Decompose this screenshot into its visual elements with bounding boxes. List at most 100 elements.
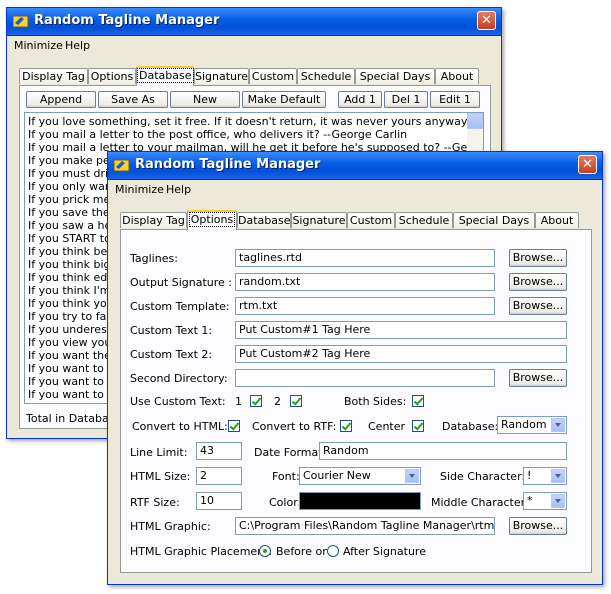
second-directory-label: Second Directory: [130, 372, 228, 385]
chevron-down-icon[interactable] [551, 494, 565, 508]
add-1-button[interactable]: Add 1 [338, 91, 382, 108]
menu-help[interactable]: Help [166, 183, 191, 196]
placement-after-radio[interactable] [327, 545, 339, 557]
front-tabs: Display Tag Options Database Signature C… [120, 210, 592, 230]
use-custom-1-checkbox[interactable] [250, 395, 262, 407]
placement-after-label: After Signature [343, 545, 426, 558]
append-button[interactable]: Append [26, 91, 96, 108]
tab-about[interactable]: About [535, 212, 579, 228]
font-select-value: Courier New [303, 469, 371, 482]
center-label: Center [368, 420, 406, 433]
convert-rtf-label: Convert to RTF: [252, 420, 337, 433]
use-custom-2-checkbox[interactable] [290, 395, 302, 407]
front-titlebar[interactable]: Random Tagline Manager ✕ [108, 152, 602, 180]
app-icon [13, 15, 29, 28]
front-title: Random Tagline Manager [135, 157, 321, 172]
tab-options[interactable]: Options [187, 210, 237, 230]
tab-options-label: Options [188, 212, 236, 227]
custom-text-1-input[interactable]: Put Custom#1 Tag Here [235, 321, 567, 339]
custom-template-input[interactable]: rtm.txt [235, 297, 495, 315]
tab-custom[interactable]: Custom [347, 212, 395, 228]
output-signature-input[interactable]: random.txt [235, 273, 495, 291]
html-graphic-browse-button[interactable]: Browse... [509, 517, 567, 535]
custom-text-2-input[interactable]: Put Custom#2 Tag Here [235, 345, 567, 363]
output-signature-label: Output Signature : [130, 276, 232, 289]
center-checkbox[interactable] [412, 420, 424, 432]
second-directory-browse-button[interactable]: Browse... [509, 369, 567, 387]
tab-schedule[interactable]: Schedule [297, 68, 355, 84]
both-sides-checkbox[interactable] [412, 395, 424, 407]
tab-display-tag[interactable]: Display Tag [19, 68, 88, 84]
tab-signature[interactable]: Signature [291, 212, 347, 228]
convert-html-checkbox[interactable] [228, 420, 240, 432]
database-select-value: Random [501, 418, 547, 431]
save-as-button[interactable]: Save As [98, 91, 168, 108]
convert-html-label: Convert to HTML: [132, 420, 228, 433]
tab-database-label: Database [137, 68, 194, 83]
tab-options[interactable]: Options [88, 68, 136, 84]
database-select[interactable]: Random [497, 416, 567, 434]
chevron-down-icon[interactable] [405, 469, 419, 483]
tab-special-days[interactable]: Special Days [355, 68, 435, 84]
side-character-select[interactable]: ! [523, 467, 567, 485]
front-window: Random Tagline Manager ✕ Minimize Help D… [107, 151, 603, 585]
front-menubar: Minimize Help [108, 180, 602, 199]
back-tabs: Display Tag Options Database Signature C… [19, 66, 489, 86]
make-default-button[interactable]: Make Default [242, 91, 326, 108]
custom-text-2-label: Custom Text 2: [130, 348, 213, 361]
tab-signature[interactable]: Signature [194, 68, 249, 84]
line-limit-label: Line Limit: [130, 446, 188, 459]
edit-1-button[interactable]: Edit 1 [430, 91, 480, 108]
scroll-up-icon[interactable] [467, 113, 483, 129]
menu-minimize[interactable]: Minimize [14, 39, 63, 52]
back-titlebar[interactable]: Random Tagline Manager ✕ [7, 8, 501, 36]
html-graphic-label: HTML Graphic: [130, 520, 211, 533]
date-format-input[interactable]: Random [319, 442, 567, 460]
placement-before-radio[interactable] [259, 545, 271, 557]
output-signature-browse-button[interactable]: Browse... [509, 273, 567, 291]
color-swatch[interactable] [299, 492, 421, 510]
new-button[interactable]: New [170, 91, 240, 108]
chevron-down-icon[interactable] [551, 418, 565, 432]
taglines-browse-button[interactable]: Browse... [509, 249, 567, 267]
tab-database[interactable]: Database [136, 66, 194, 86]
tab-display-tag[interactable]: Display Tag [120, 212, 187, 228]
taglines-label: Taglines: [130, 252, 178, 265]
rtf-size-input[interactable]: 10 [196, 492, 242, 510]
convert-rtf-checkbox[interactable] [340, 420, 352, 432]
database-label: Database: [442, 420, 499, 433]
tab-special-days[interactable]: Special Days [453, 212, 535, 228]
menu-help[interactable]: Help [65, 39, 90, 52]
html-graphic-placement-label: HTML Graphic Placement: [130, 545, 273, 558]
back-close-button[interactable]: ✕ [477, 11, 496, 30]
list-item[interactable]: If you mail a letter to the post office,… [28, 128, 407, 141]
back-menubar: Minimize Help [7, 36, 501, 55]
back-title: Random Tagline Manager [34, 13, 220, 28]
font-select[interactable]: Courier New [299, 467, 421, 485]
second-directory-input[interactable] [235, 369, 495, 387]
color-label: Color: [269, 496, 302, 509]
html-size-input[interactable]: 2 [196, 467, 242, 485]
line-limit-input[interactable]: 43 [196, 442, 242, 460]
tab-database[interactable]: Database [237, 212, 291, 228]
use-custom-1-label: 1 [235, 395, 242, 408]
chevron-down-icon[interactable] [551, 469, 565, 483]
both-sides-label: Both Sides: [344, 395, 407, 408]
html-graphic-input[interactable]: C:\Program Files\Random Tagline Manager\… [235, 517, 495, 535]
middle-character-label: Middle Character: [431, 496, 529, 509]
taglines-input[interactable]: taglines.rtd [235, 249, 495, 267]
tab-schedule[interactable]: Schedule [395, 212, 453, 228]
side-character-value: ! [527, 469, 532, 482]
front-close-button[interactable]: ✕ [578, 155, 597, 174]
del-1-button[interactable]: Del 1 [384, 91, 428, 108]
tab-about[interactable]: About [435, 68, 479, 84]
menu-minimize[interactable]: Minimize [115, 183, 164, 196]
custom-template-browse-button[interactable]: Browse... [509, 297, 567, 315]
tab-custom[interactable]: Custom [249, 68, 297, 84]
list-item[interactable]: If you START to [28, 232, 111, 245]
app-icon [114, 159, 130, 172]
middle-character-select[interactable]: * [523, 492, 567, 510]
use-custom-text-label: Use Custom Text: [130, 395, 226, 408]
use-custom-2-label: 2 [274, 395, 281, 408]
list-item[interactable]: If you love something, set it free. If i… [28, 115, 483, 128]
